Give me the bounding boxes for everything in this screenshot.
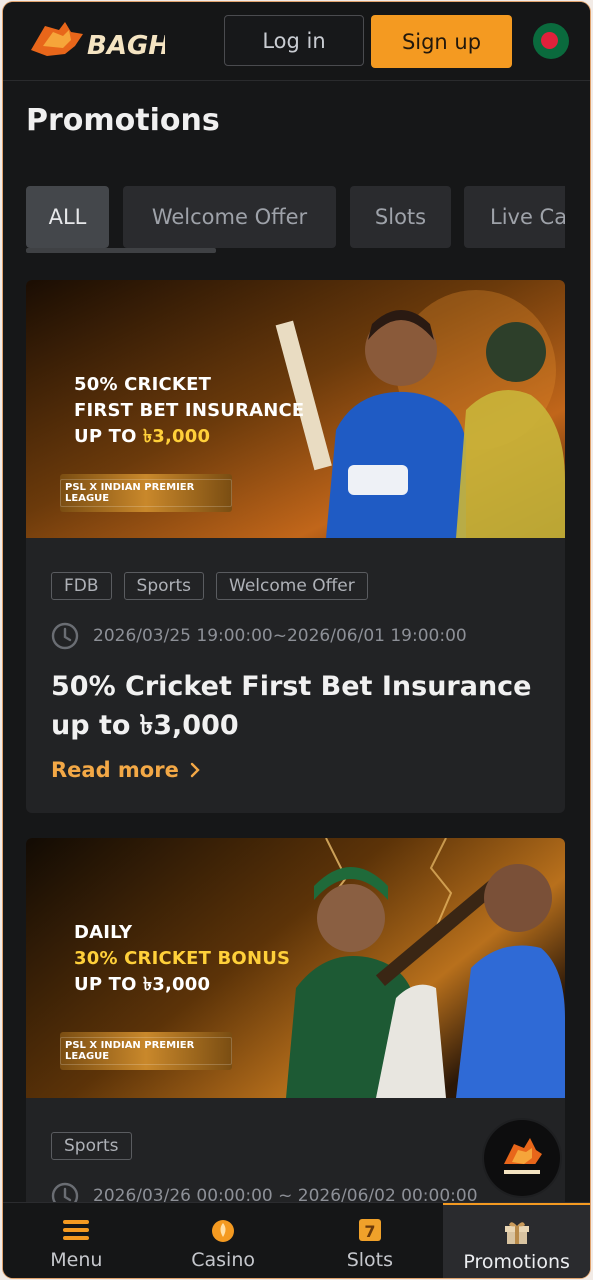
period-text: 2026/03/25 19:00:00~2026/06/01 19:00:00	[93, 626, 467, 646]
banner-line-3: UP TO ৳3,000	[74, 974, 211, 995]
bottom-navigation: Menu Casino 7 Slots Promotions	[3, 1202, 590, 1278]
banner-line-1: DAILY	[74, 922, 133, 943]
signup-button[interactable]: Sign up	[371, 15, 512, 68]
read-more-link[interactable]: Read more	[51, 758, 201, 782]
bagh-floating-button[interactable]	[484, 1120, 560, 1196]
app-frame: BAGH Log in Sign up Promotions ALL Welco…	[3, 2, 590, 1278]
chevron-right-icon	[190, 762, 200, 778]
login-button[interactable]: Log in	[224, 15, 364, 66]
menu-icon	[63, 1220, 90, 1240]
slots-icon: 7	[358, 1219, 381, 1241]
tag-welcome-offer: Welcome Offer	[216, 572, 368, 600]
banner-headline: 50% CRICKET FIRST BET INSURANCE UP TO ৳3…	[74, 372, 304, 450]
nav-promotions-label: Promotions	[463, 1251, 570, 1273]
clock-icon	[51, 622, 79, 650]
bagh-logo[interactable]: BAGH	[25, 16, 165, 66]
league-logos: PSL X INDIAN PREMIER LEAGUE	[60, 1032, 232, 1070]
banner-line-3: UP TO ৳3,000	[74, 426, 211, 447]
promotion-banner[interactable]: 50% CRICKET FIRST BET INSURANCE UP TO ৳3…	[26, 280, 565, 538]
nav-promotions[interactable]: Promotions	[443, 1203, 590, 1278]
banner-line-2: FIRST BET INSURANCE	[74, 400, 305, 421]
tab-slots[interactable]: Slots	[350, 186, 451, 248]
tag-fdb: FDB	[51, 572, 112, 600]
gift-icon	[504, 1222, 529, 1244]
nav-casino-label: Casino	[191, 1249, 255, 1271]
page-title: Promotions	[26, 103, 220, 138]
promotion-period: 2026/03/25 19:00:00~2026/06/01 19:00:00	[51, 622, 467, 650]
tab-live-casino[interactable]: Live Ca	[464, 186, 565, 248]
nav-menu[interactable]: Menu	[3, 1203, 150, 1278]
promotion-title: 50% Cricket First Bet Insurance up to ৳3…	[51, 671, 532, 741]
tab-welcome-offer[interactable]: Welcome Offer	[123, 186, 336, 248]
tag-sports: Sports	[123, 572, 205, 600]
banner-headline: DAILY 30% CRICKET BONUS UP TO ৳3,000	[74, 920, 290, 998]
promotion-tabs: ALL Welcome Offer Slots Live Ca	[26, 186, 565, 248]
nav-slots[interactable]: 7 Slots	[297, 1203, 444, 1278]
nav-casino[interactable]: Casino	[150, 1203, 297, 1278]
nav-slots-label: Slots	[346, 1249, 394, 1271]
promotion-card[interactable]: 50% CRICKET FIRST BET INSURANCE UP TO ৳3…	[26, 280, 565, 813]
tag-sports: Sports	[51, 1132, 132, 1160]
nav-menu-label: Menu	[50, 1249, 103, 1271]
header: BAGH Log in Sign up	[3, 2, 590, 81]
casino-icon	[212, 1220, 235, 1242]
svg-text:7: 7	[364, 1222, 375, 1241]
league-logos: PSL X INDIAN PREMIER LEAGUE	[60, 474, 232, 512]
tabs-scroll-indicator	[26, 248, 216, 253]
logo-text: BAGH	[87, 31, 165, 61]
banner-line-1: 50% CRICKET	[74, 374, 212, 395]
bagh-logo-icon	[502, 1138, 542, 1174]
tab-all[interactable]: ALL	[26, 186, 109, 248]
banner-line-2: 30% CRICKET BONUS	[74, 948, 291, 969]
promotion-tags: FDB Sports Welcome Offer	[51, 572, 368, 600]
bangladesh-flag-icon[interactable]	[533, 23, 569, 59]
promotion-banner[interactable]: DAILY 30% CRICKET BONUS UP TO ৳3,000 PSL…	[26, 838, 565, 1098]
promotion-tags: Sports	[51, 1132, 132, 1160]
read-more-label: Read more	[51, 758, 179, 782]
